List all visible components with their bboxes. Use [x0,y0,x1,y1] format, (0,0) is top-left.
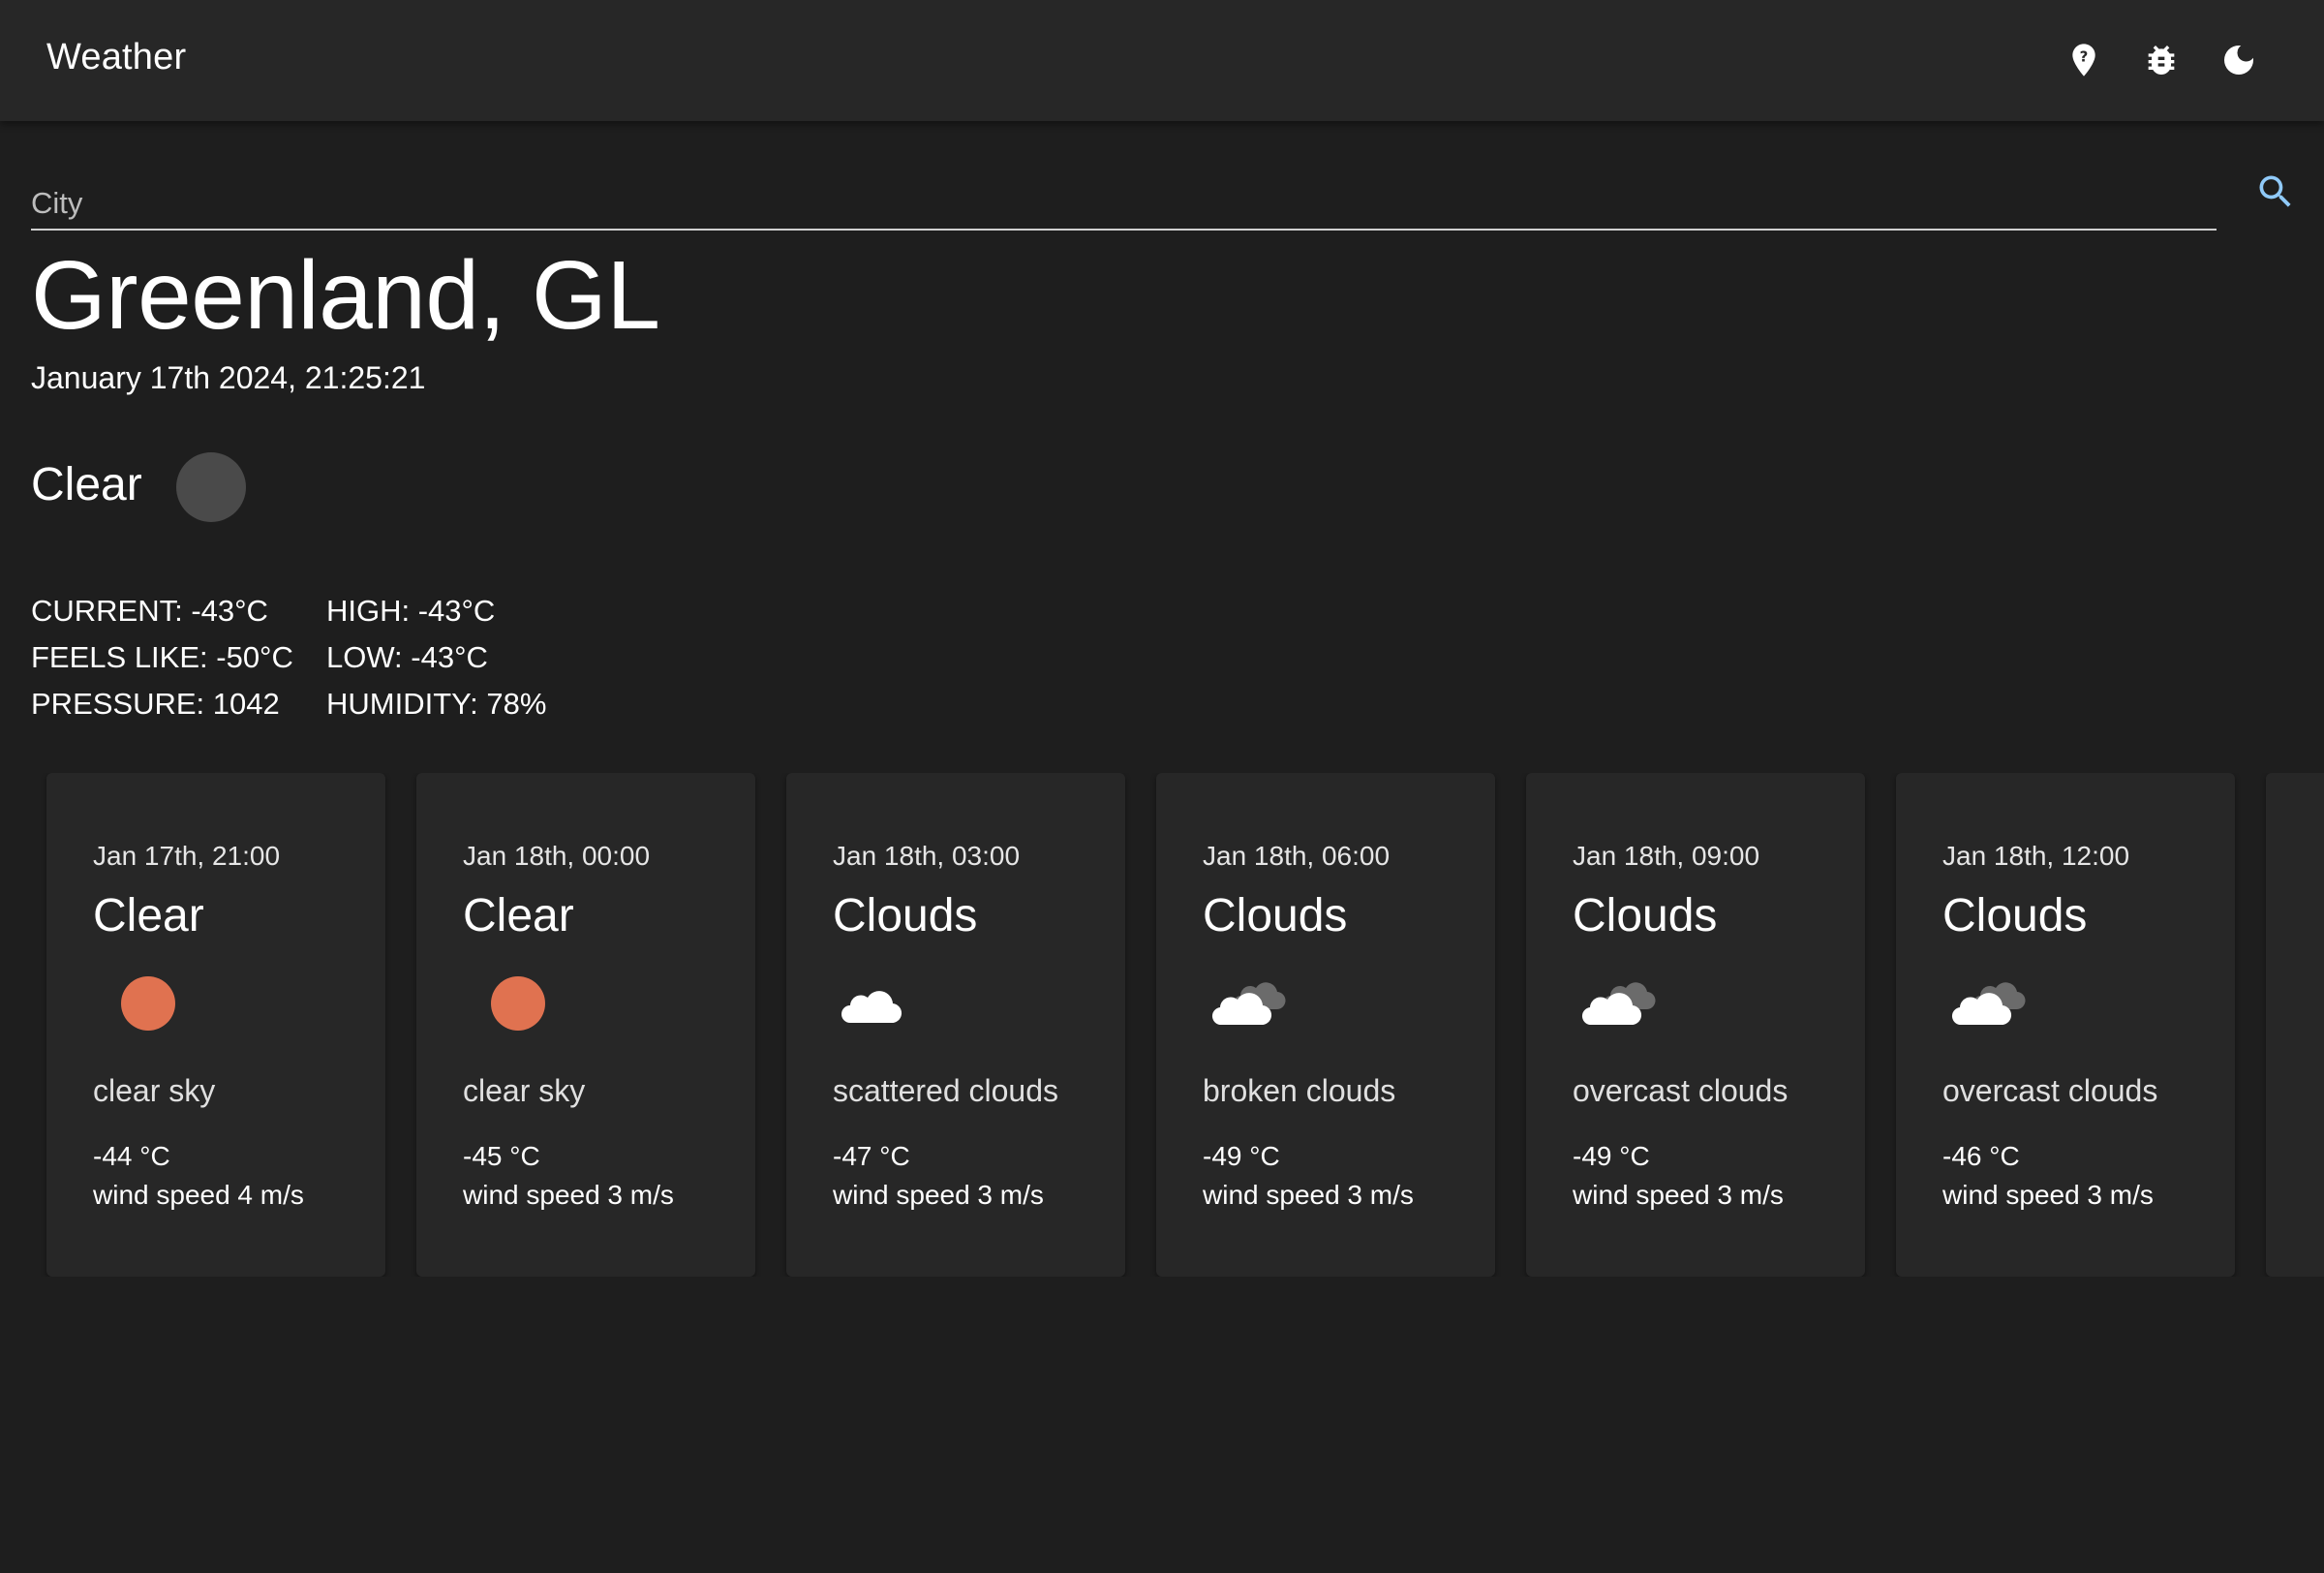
forecast-description: overcast clouds [1573,1073,1789,1108]
forecast-card: Jan 18th, 09:00 Clouds overcast clouds -… [1526,773,1865,1277]
app-title: Weather [46,37,187,77]
forecast-temp: -49 °C [1573,1141,1650,1171]
forecast-condition: Clear [93,890,204,941]
sun-icon [463,967,550,1034]
sun-icon [93,967,180,1034]
forecast-date: Jan 18th, 00:00 [463,841,651,871]
app-bar: Weather ? [0,0,2324,121]
forecast-card: Jan 18th, 12:00 Clouds overcast clouds -… [1896,773,2235,1277]
forecast-date: Jan 18th, 09:00 [1573,841,1760,871]
forecast-temp: -46 °C [1942,1141,2020,1171]
forecast-temp: -47 °C [833,1141,910,1171]
forecast-date: Jan 18th, 06:00 [1203,841,1391,871]
svg-text:?: ? [2080,47,2089,65]
forecast-temp: -44 °C [93,1141,170,1171]
forecast-description: clear sky [463,1073,586,1108]
forecast-wind: wind speed 3 m/s [1573,1180,1784,1210]
dark-mode-icon[interactable] [2217,39,2260,81]
forecast-condition: Clouds [1573,890,1718,941]
stat-feels-like: FEELS LIKE: -50°C [31,640,293,674]
forecast-description: scattered clouds [833,1073,1059,1108]
forecast-card: Jan 18th, 00:00 Clear clear sky -45 °C w… [416,773,755,1277]
current-datetime: January 17th 2024, 21:25:21 [31,360,426,395]
stat-current: CURRENT: -43°C [31,594,268,628]
clouds-icon [1203,967,1290,1034]
cloud-icon [833,967,920,1034]
forecast-wind: wind speed 4 m/s [93,1180,304,1210]
stat-humidity: HUMIDITY: 78% [326,687,547,721]
forecast-wind: wind speed 3 m/s [1203,1180,1414,1210]
bug-icon[interactable] [2140,39,2183,81]
city-search [31,155,2324,232]
current-condition: Clear [31,459,142,510]
search-icon[interactable] [2247,163,2305,221]
clouds-icon [1942,967,2030,1034]
forecast-description: overcast clouds [1942,1073,2158,1108]
forecast-card-partial [2266,773,2324,1277]
forecast-condition: Clouds [833,890,978,941]
stat-high: HIGH: -43°C [326,594,496,628]
forecast-condition: Clouds [1942,890,2088,941]
forecast-list[interactable]: Jan 17th, 21:00 Clear clear sky -44 °C w… [0,773,2324,1277]
forecast-wind: wind speed 3 m/s [1942,1180,2154,1210]
forecast-description: clear sky [93,1073,216,1108]
forecast-description: broken clouds [1203,1073,1396,1108]
forecast-temp: -49 °C [1203,1141,1280,1171]
forecast-date: Jan 18th, 03:00 [833,841,1021,871]
forecast-wind: wind speed 3 m/s [463,1180,674,1210]
city-input[interactable] [31,174,2217,231]
forecast-condition: Clouds [1203,890,1348,941]
forecast-date: Jan 18th, 12:00 [1942,841,2130,871]
forecast-condition: Clear [463,890,574,941]
help-location-icon[interactable]: ? [2063,39,2105,81]
forecast-temp: -45 °C [463,1141,540,1171]
forecast-date: Jan 17th, 21:00 [93,841,281,871]
stat-pressure: PRESSURE: 1042 [31,687,280,721]
stat-low: LOW: -43°C [326,640,488,674]
location-title: Greenland, GL [31,241,660,350]
clouds-icon [1573,967,1660,1034]
forecast-card: Jan 18th, 03:00 Clouds scattered clouds … [786,773,1125,1277]
forecast-card: Jan 18th, 06:00 Clouds broken clouds -49… [1156,773,1495,1277]
forecast-card: Jan 17th, 21:00 Clear clear sky -44 °C w… [46,773,385,1277]
condition-icon [176,452,246,522]
forecast-wind: wind speed 3 m/s [833,1180,1044,1210]
